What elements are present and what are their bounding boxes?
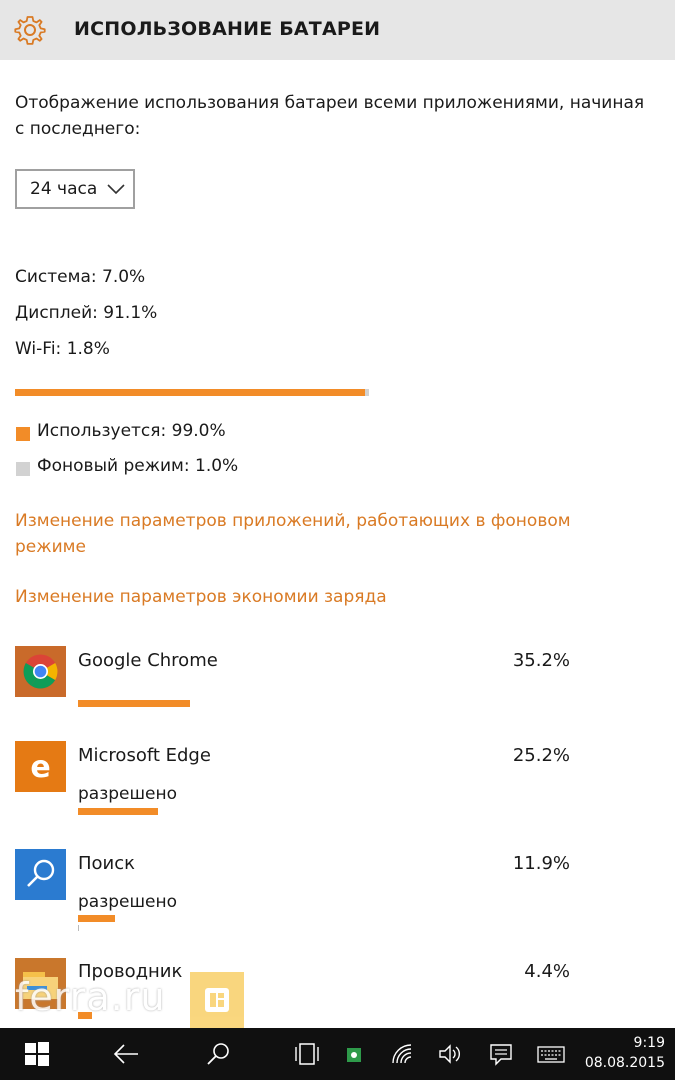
battery-saver-link[interactable]: Изменение параметров экономии заряда [15,584,635,610]
app-background-bar [78,925,79,931]
watermark-logo [190,972,244,1028]
volume-icon[interactable] [437,1041,463,1067]
watermark: ferra.ru [15,975,166,1019]
period-dropdown[interactable]: 24 часа [15,169,135,209]
wifi-icon[interactable] [389,1041,415,1067]
period-dropdown-value: 24 часа [30,179,98,199]
period-description: Отображение использования батареи всеми … [15,93,645,139]
app-status: разрешено [78,892,178,912]
used-legend-text: Используется: 99.0% [37,421,226,441]
windows-start-icon[interactable] [24,1041,50,1067]
gear-icon[interactable] [14,14,46,46]
search-icon[interactable] [205,1041,231,1067]
keyboard-icon[interactable] [537,1041,565,1067]
app-name: Google Chrome [78,650,218,671]
system-usage-text: Система: 7.0% [15,267,146,287]
app-usage-bar [78,700,190,707]
background-apps-link[interactable]: Изменение параметров приложений, работаю… [15,508,635,560]
svg-text:e: e [30,750,50,785]
clock-time: 9:19 [633,1035,665,1051]
background-legend-text: Фоновый режим: 1.0% [37,456,239,476]
background-legend-swatch [16,462,30,476]
app-percent: 25.2% [512,745,570,766]
app-name: Поиск [78,853,136,874]
app-usage-bar [78,808,158,815]
store-badge-icon[interactable] [342,1041,368,1067]
page-title: ИСПОЛЬЗОВАНИЕ БАТАРЕИ [74,18,381,40]
usage-bar [15,389,369,396]
wifi-usage-text: Wi-Fi: 1.8% [15,339,110,359]
clock[interactable]: 9:19 08.08.2015 [585,1033,665,1073]
edge-icon: e [15,741,66,792]
chevron-down-icon [107,184,125,195]
action-center-icon[interactable] [488,1041,514,1067]
app-name: Microsoft Edge [78,745,211,766]
search-app-icon [15,849,66,900]
back-arrow-icon[interactable] [113,1041,139,1067]
clock-date: 08.08.2015 [584,1055,665,1071]
app-percent: 11.9% [512,853,570,874]
settings-header: ИСПОЛЬЗОВАНИЕ БАТАРЕИ [0,0,675,60]
app-percent: 4.4% [524,961,570,982]
app-percent: 35.2% [512,650,570,671]
usage-bar-fill [15,389,366,396]
task-view-icon[interactable] [294,1041,320,1067]
app-status: разрешено [78,784,178,804]
taskbar: 9:19 08.08.2015 [0,1028,675,1080]
chrome-icon [15,646,66,697]
app-usage-bar [78,915,115,922]
display-usage-text: Дисплей: 91.1% [15,303,158,323]
used-legend-swatch [16,427,30,441]
